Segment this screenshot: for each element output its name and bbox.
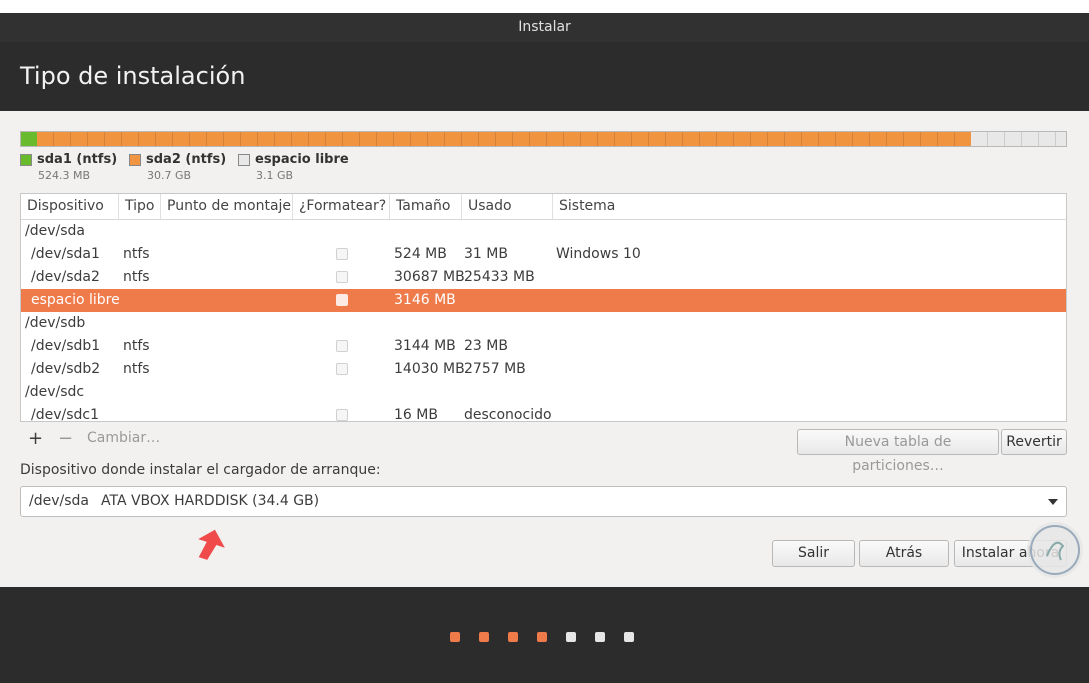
legend-swatch: [238, 153, 250, 166]
cell-used: 2757 MB: [464, 361, 526, 377]
partition-bar-segment: [21, 132, 37, 146]
chevron-down-icon: [1048, 499, 1058, 505]
cell-used: 31 MB: [464, 246, 508, 262]
table-row[interactable]: /dev/sda2 ntfs 30687 MB 25433 MB: [21, 266, 1066, 289]
annotation-arrow-icon: [198, 529, 225, 560]
progress-footer: [0, 587, 1089, 683]
cell-type: ntfs: [123, 361, 150, 377]
cell-device: /dev/sdb1: [31, 338, 101, 354]
progress-step-dot: [566, 632, 576, 642]
remove-partition-button[interactable]: −: [58, 428, 73, 449]
back-button[interactable]: Atrás: [859, 540, 949, 567]
cell-device: /dev/sdc: [25, 384, 85, 400]
column-header-format[interactable]: ¿Formatear?: [293, 194, 390, 219]
bootloader-disk: ATA VBOX HARDDISK (34.4 GB): [101, 493, 320, 509]
bootloader-device: /dev/sda: [29, 493, 89, 509]
table-row[interactable]: /dev/sdc1 16 MB desconocido: [21, 404, 1066, 422]
progress-step-dot: [479, 632, 489, 642]
format-checkbox[interactable]: [336, 409, 348, 421]
format-checkbox[interactable]: [336, 340, 348, 352]
partition-bar-segment: [971, 132, 1066, 146]
cell-type: ntfs: [123, 338, 150, 354]
column-header-size[interactable]: Tamaño: [390, 194, 462, 219]
cell-size: 14030 MB: [394, 361, 465, 377]
legend-item-sda2: sda2 (ntfs) 30.7 GB: [129, 152, 226, 182]
change-partition-button[interactable]: Cambiar…: [87, 430, 160, 446]
column-header-type[interactable]: Tipo: [119, 194, 161, 219]
legend-name: sda2 (ntfs): [146, 152, 227, 167]
cell-used: desconocido: [464, 407, 552, 422]
cell-type: ntfs: [123, 246, 150, 262]
cell-device: /dev/sdb2: [31, 361, 101, 377]
page-header: Tipo de instalación: [0, 42, 1089, 111]
cell-device: /dev/sda2: [31, 269, 100, 285]
legend-item-free: espacio libre 3.1 GB: [238, 152, 349, 182]
legend-swatch: [129, 153, 141, 166]
window-titlebar: Instalar: [0, 13, 1089, 42]
column-header-device[interactable]: Dispositivo: [21, 194, 119, 219]
cell-device: espacio libre: [31, 292, 120, 308]
legend-item-sda1: sda1 (ntfs) 524.3 MB: [20, 152, 117, 182]
top-strip: [0, 0, 1089, 13]
cell-size: 3146 MB: [394, 292, 456, 308]
progress-step-dot: [450, 632, 460, 642]
legend-swatch: [20, 153, 32, 166]
cell-size: 3144 MB: [394, 338, 456, 354]
revert-button[interactable]: Revertir: [1001, 429, 1067, 455]
table-row-disk[interactable]: /dev/sdc: [21, 381, 1066, 404]
cell-device: /dev/sda1: [31, 246, 100, 262]
page-title: Tipo de instalación: [20, 62, 246, 90]
table-row[interactable]: /dev/sdb2 ntfs 14030 MB 2757 MB: [21, 358, 1066, 381]
table-row-disk[interactable]: /dev/sda: [21, 220, 1066, 243]
cell-used: 25433 MB: [464, 269, 535, 285]
format-checkbox[interactable]: [336, 248, 348, 260]
legend-name: espacio libre: [255, 152, 349, 167]
legend-size: 30.7 GB: [147, 169, 192, 182]
column-header-used[interactable]: Usado: [462, 194, 553, 219]
cell-system: Windows 10: [556, 246, 641, 262]
format-checkbox[interactable]: [336, 294, 348, 306]
table-header: Dispositivo Tipo Punto de montaje ¿Forma…: [21, 194, 1066, 220]
format-checkbox[interactable]: [336, 363, 348, 375]
quit-button[interactable]: Salir: [772, 540, 855, 567]
format-checkbox[interactable]: [336, 271, 348, 283]
legend-name: sda1 (ntfs): [37, 152, 118, 167]
cell-size: 16 MB: [394, 407, 438, 422]
table-row-disk[interactable]: /dev/sdb: [21, 312, 1066, 335]
cell-device: /dev/sda: [25, 223, 85, 239]
main-content: sda1 (ntfs) 524.3 MB sda2 (ntfs) 30.7 GB…: [0, 111, 1089, 587]
progress-step-dot: [595, 632, 605, 642]
partition-bar-segment: [37, 132, 971, 146]
progress-step-dot: [624, 632, 634, 642]
column-header-system[interactable]: Sistema: [553, 194, 1066, 219]
column-header-mount[interactable]: Punto de montaje: [161, 194, 293, 219]
cell-type: ntfs: [123, 269, 150, 285]
table-row[interactable]: /dev/sda1 ntfs 524 MB 31 MB Windows 10: [21, 243, 1066, 266]
table-row[interactable]: espacio libre 3146 MB: [21, 289, 1066, 312]
table-row[interactable]: /dev/sdb1 ntfs 3144 MB 23 MB: [21, 335, 1066, 358]
bootloader-label: Dispositivo donde instalar el cargador d…: [20, 462, 381, 478]
watermark-logo-icon: [1027, 522, 1083, 578]
legend-size: 524.3 MB: [38, 169, 91, 182]
cell-size: 524 MB: [394, 246, 447, 262]
new-partition-table-button[interactable]: Nueva tabla de particiones…: [797, 429, 999, 474]
window-title: Instalar: [518, 19, 571, 35]
add-partition-button[interactable]: +: [28, 428, 43, 449]
partition-table[interactable]: Dispositivo Tipo Punto de montaje ¿Forma…: [20, 193, 1067, 422]
cell-used: 23 MB: [464, 338, 508, 354]
cell-size: 30687 MB: [394, 269, 465, 285]
bootloader-device-select[interactable]: /dev/sda ATA VBOX HARDDISK (34.4 GB): [20, 486, 1067, 517]
partition-bar: [20, 131, 1067, 147]
cell-device: /dev/sdb: [25, 315, 86, 331]
cell-device: /dev/sdc1: [31, 407, 100, 422]
progress-step-dot: [508, 632, 518, 642]
legend-size: 3.1 GB: [256, 169, 294, 182]
progress-step-dot: [537, 632, 547, 642]
